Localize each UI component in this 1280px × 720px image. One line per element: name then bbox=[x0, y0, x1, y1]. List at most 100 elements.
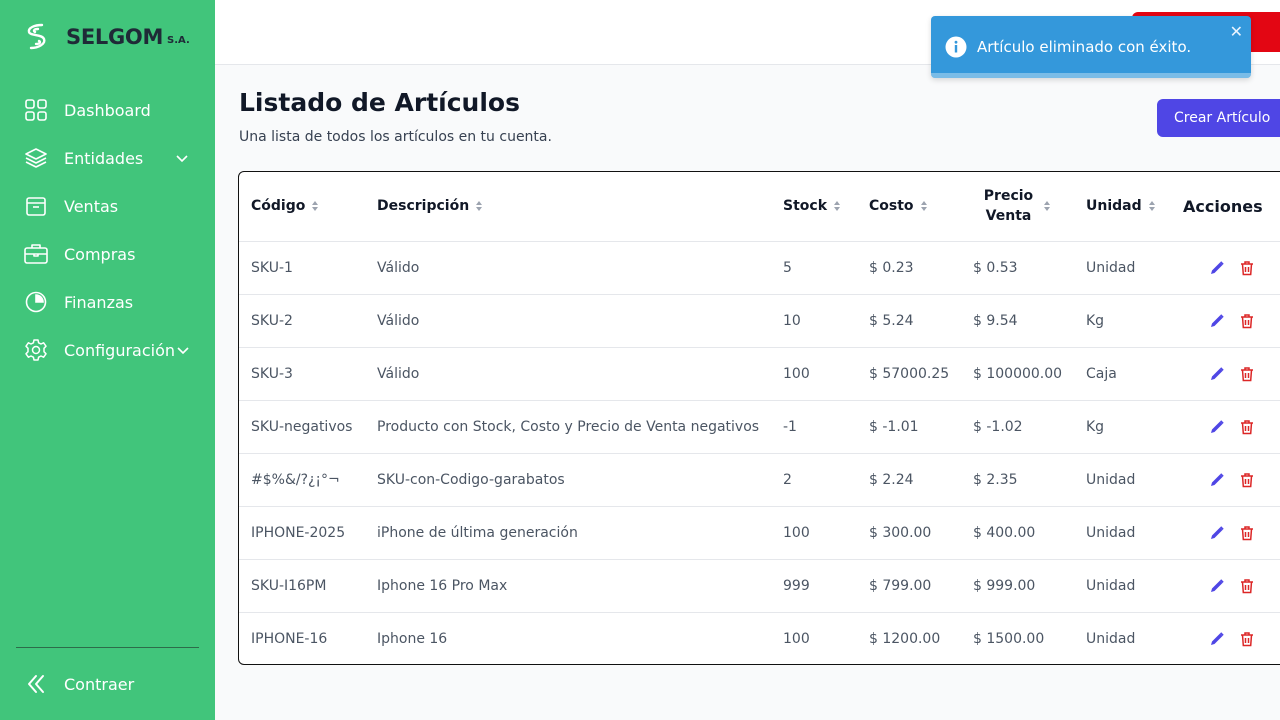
cell-costo: $ 1200.00 bbox=[869, 630, 941, 647]
cell-precio: $ 9.54 bbox=[961, 294, 1074, 348]
table-row: IPHONE-16 Iphone 16 100 $ 1200.00 $ 1500.00 U… bbox=[239, 612, 1280, 664]
page-title: Listado de Artículos bbox=[239, 88, 520, 117]
table-row: SKU-2 Válido 10 $ 5.24 $ 9.54 Kg bbox=[239, 294, 1280, 348]
column-header-unidad[interactable]: Unidad bbox=[1074, 172, 1171, 242]
delete-icon[interactable] bbox=[1239, 472, 1255, 488]
articles-table: Código Descripción Stock Costo Precio Ven… bbox=[238, 171, 1280, 665]
cell-codigo: #$%&/?¿¡°¬ bbox=[239, 453, 365, 507]
delete-icon[interactable] bbox=[1239, 366, 1255, 382]
cell-precio: $ 100000.00 bbox=[961, 347, 1074, 401]
edit-icon[interactable] bbox=[1209, 366, 1225, 382]
delete-icon[interactable] bbox=[1239, 313, 1255, 329]
cell-stock: -1 bbox=[771, 400, 857, 454]
cell-codigo: IPHONE-16 bbox=[251, 630, 328, 647]
sidebar-item-label: Ventas bbox=[64, 196, 119, 216]
column-header-descripcion[interactable]: Descripción bbox=[365, 172, 771, 242]
header-label: Unidad bbox=[1086, 198, 1142, 215]
cell-descripcion: Producto con Stock, Costo y Precio de Ve… bbox=[365, 400, 771, 454]
pie-chart-icon bbox=[24, 290, 48, 314]
column-header-costo[interactable]: Costo bbox=[857, 172, 961, 242]
chevron-down-icon bbox=[176, 155, 188, 163]
create-article-button[interactable]: Crear Artículo bbox=[1157, 99, 1280, 137]
sidebar-item-dashboard[interactable]: Dashboard bbox=[0, 86, 215, 134]
delete-icon[interactable] bbox=[1239, 578, 1255, 594]
row-actions bbox=[1183, 472, 1280, 488]
delete-icon[interactable] bbox=[1239, 525, 1255, 541]
sort-icon bbox=[476, 201, 483, 212]
column-header-codigo[interactable]: Código bbox=[239, 172, 365, 242]
column-header-stock[interactable]: Stock bbox=[771, 172, 857, 242]
sidebar-item-configuracion[interactable]: Configuración bbox=[0, 326, 215, 374]
cell-costo: $ -1.01 bbox=[857, 400, 961, 454]
edit-icon[interactable] bbox=[1209, 260, 1225, 276]
sort-icon bbox=[312, 201, 319, 212]
sidebar-item-finanzas[interactable]: Finanzas bbox=[0, 278, 215, 326]
gear-icon bbox=[24, 338, 48, 362]
sidebar-item-ventas[interactable]: Ventas bbox=[0, 182, 215, 230]
sort-icon bbox=[1148, 201, 1155, 212]
cell-codigo: SKU-I16PM bbox=[239, 559, 365, 613]
cell-precio: $ 2.35 bbox=[961, 453, 1074, 507]
cell-descripcion: Válido bbox=[365, 294, 771, 348]
cell-descripcion: Iphone 16 Pro Max bbox=[365, 559, 771, 613]
row-actions bbox=[1183, 260, 1280, 276]
header-label: Precio Venta bbox=[984, 186, 1033, 226]
header-label-line-1: Precio bbox=[983, 188, 1034, 205]
chevron-down-icon bbox=[177, 347, 189, 355]
cell-codigo: IPHONE-2025 bbox=[239, 506, 365, 560]
toast-message: Artículo eliminado con éxito. bbox=[977, 38, 1192, 56]
header-label: Código bbox=[251, 198, 306, 215]
sidebar-item-compras[interactable]: Compras bbox=[0, 230, 215, 278]
briefcase-icon bbox=[24, 242, 48, 266]
layers-icon bbox=[24, 146, 48, 170]
cell-codigo: SKU-negativos bbox=[239, 400, 365, 454]
header-label: Costo bbox=[869, 198, 914, 215]
cell-stock: 100 bbox=[771, 347, 857, 401]
cell-stock: 5 bbox=[771, 241, 857, 295]
edit-icon[interactable] bbox=[1209, 472, 1225, 488]
cell-unidad: Unidad bbox=[1074, 559, 1171, 613]
cell-descripcion: iPhone de última generación bbox=[365, 506, 771, 560]
edit-icon[interactable] bbox=[1209, 313, 1225, 329]
table-row: #$%&/?¿¡°¬ SKU-con-Codigo-garabatos 2 $ 2.2… bbox=[239, 453, 1280, 507]
delete-icon[interactable] bbox=[1239, 419, 1255, 435]
cell-unidad: Unidad bbox=[1086, 630, 1136, 647]
row-actions bbox=[1183, 419, 1280, 435]
cell-costo: $ 5.24 bbox=[857, 294, 961, 348]
column-header-precio-venta[interactable]: Precio Venta bbox=[961, 172, 1074, 242]
grid-icon bbox=[24, 98, 48, 122]
cell-precio: $ 400.00 bbox=[961, 506, 1074, 560]
row-actions bbox=[1183, 631, 1280, 647]
cell-descripcion: Válido bbox=[365, 347, 771, 401]
brand-name: SELGOM bbox=[66, 25, 164, 49]
edit-icon[interactable] bbox=[1209, 419, 1225, 435]
edit-icon[interactable] bbox=[1209, 525, 1225, 541]
table-body: SKU-1 Válido 5 $ 0.23 $ 0.53 Unidad SKU-2 Váli… bbox=[239, 241, 1280, 664]
cell-unidad: Unidad bbox=[1074, 506, 1171, 560]
brand-logo[interactable]: SELGOM S.A. bbox=[24, 22, 190, 52]
collapse-sidebar-button[interactable]: Contraer bbox=[0, 660, 215, 708]
cell-stock: 2 bbox=[771, 453, 857, 507]
header-label-line-2: Venta bbox=[985, 208, 1032, 225]
sidebar-item-entidades[interactable]: Entidades bbox=[0, 134, 215, 182]
edit-icon[interactable] bbox=[1209, 631, 1225, 647]
sort-icon bbox=[1044, 201, 1051, 212]
sidebar-item-label: Entidades bbox=[64, 148, 144, 168]
delete-icon[interactable] bbox=[1239, 260, 1255, 276]
cell-acciones bbox=[1171, 612, 1280, 664]
row-actions bbox=[1183, 578, 1280, 594]
sidebar-item-label: Compras bbox=[64, 244, 136, 264]
edit-icon[interactable] bbox=[1209, 578, 1225, 594]
sort-icon bbox=[834, 201, 841, 212]
header-label: Descripción bbox=[377, 198, 470, 215]
cell-unidad: Unidad bbox=[1074, 241, 1171, 295]
delete-icon[interactable] bbox=[1239, 631, 1255, 647]
table-header-row: Código Descripción Stock Costo Precio Ven… bbox=[239, 172, 1280, 242]
cell-acciones bbox=[1171, 347, 1280, 401]
close-icon[interactable]: ✕ bbox=[1230, 22, 1243, 41]
cell-stock: 999 bbox=[771, 559, 857, 613]
row-actions bbox=[1183, 313, 1280, 329]
brand-suffix: S.A. bbox=[167, 34, 190, 46]
cell-precio: $ -1.02 bbox=[961, 400, 1074, 454]
cell-descripcion: SKU-con-Codigo-garabatos bbox=[365, 453, 771, 507]
